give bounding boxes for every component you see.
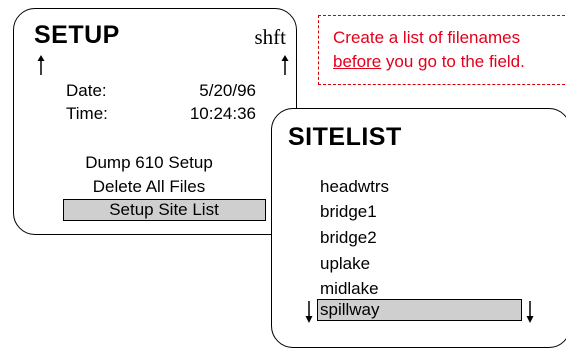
dump-setup-menu-item[interactable]: Dump 610 Setup <box>14 153 284 173</box>
site-list-item[interactable]: headwtrs <box>320 177 389 197</box>
site-list-item[interactable]: bridge2 <box>320 228 377 248</box>
date-label: Date: <box>66 81 107 100</box>
shift-label: shft <box>254 25 287 49</box>
sitelist-screen: SITELIST headwtrs bridge1 bridge2 uplake… <box>271 108 566 348</box>
setup-site-list-menu-item[interactable]: Setup Site List <box>63 199 266 221</box>
up-arrow-icon <box>36 55 46 75</box>
site-list-item[interactable]: midlake <box>320 279 379 299</box>
note-underlined-word: before <box>333 52 382 71</box>
site-list-item[interactable]: uplake <box>320 254 370 274</box>
note-line-1: Create a list of filenames <box>333 28 521 47</box>
site-list-item[interactable]: bridge1 <box>320 202 377 222</box>
site-list-item-label: spillway <box>320 300 380 319</box>
instruction-note: Create a list of filenames before you go… <box>318 15 566 85</box>
time-label: Time: <box>66 104 108 123</box>
setup-title: SETUP <box>34 21 120 49</box>
note-line-2: before you go to the field. <box>333 50 566 74</box>
up-arrow-icon <box>280 55 290 75</box>
site-list-item-selected[interactable]: spillway <box>317 299 522 321</box>
setup-site-list-label: Setup Site List <box>109 200 219 219</box>
date-value[interactable]: 5/20/96 <box>199 81 256 101</box>
sitelist-title: SITELIST <box>288 123 402 151</box>
down-arrow-icon <box>525 301 535 323</box>
down-arrow-icon <box>304 301 314 323</box>
note-line-2-rest: you go to the field. <box>381 52 525 71</box>
time-value[interactable]: 10:24:36 <box>190 104 256 124</box>
delete-all-files-menu-item[interactable]: Delete All Files <box>14 177 284 197</box>
setup-screen: SETUP shft Date: 5/20/96 Time: 10:24:36 … <box>13 8 297 235</box>
